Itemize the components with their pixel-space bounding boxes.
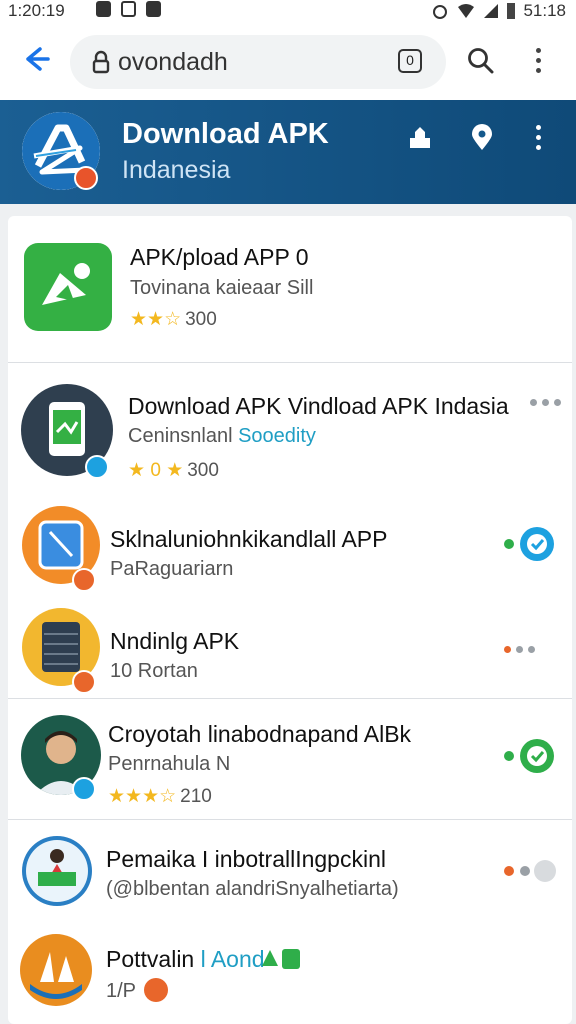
status-dot-icon [520,866,530,876]
more-options-icon[interactable] [530,399,561,406]
clock-check-icon[interactable] [520,739,554,773]
list-item[interactable]: Nndinlg APK 10 Rortan [8,598,572,698]
check-circle-icon[interactable] [520,527,554,561]
header-menu-icon[interactable] [536,125,542,150]
app-name: APK/pload APP 0 [130,244,309,270]
lock-icon [92,50,110,74]
app-subtitle: (@blbentan alandriSnyalhetiarta) [106,878,399,900]
verified-badge-icon [85,455,109,479]
status-dot-icon [504,539,514,549]
app-name: Sklnaluniohnkikandlall APP [110,526,388,552]
app-subtitle: 1/P [106,980,137,1002]
badge-icon [72,670,96,694]
rating: ★★☆ 300 [130,309,217,330]
notification-icon [146,1,161,17]
tab-switcher-button[interactable]: 0 [398,49,422,73]
list-item[interactable]: Sklnaluniohnkikandlall APP PaRaguariarn [8,496,572,598]
status-clock-right: 51:18 [523,1,566,20]
app-subtitle: Ceninsnlanl Sooedity [128,425,316,447]
app-icon [24,243,112,331]
search-icon[interactable] [466,46,494,74]
back-arrow-icon[interactable] [18,42,54,78]
notification-icon [96,1,111,17]
app-subtitle: PaRaguariarn [110,558,234,580]
page-subtitle: Indanesia [122,156,231,184]
list-item[interactable]: APK/pload APP 0 Tovinana kaieaar Sill ★★… [8,216,572,362]
location-pin-icon[interactable] [468,124,496,152]
status-dot-icon [504,751,514,761]
list-item[interactable]: Download APK Vindload APK Indasia Cenins… [8,363,572,496]
status-bar: 1:20:19 51:18 [0,0,576,24]
badge-icon [72,568,96,592]
list-item[interactable]: Pottvalin l Aond 1/P [8,922,572,1024]
app-icon [20,934,92,1006]
app-name: Pemaika I inbotrallIngpckinl [106,846,386,872]
app-subtitle: Tovinana kaieaar Sill [130,277,314,299]
app-name: Croyotah linabodnapand AlBk [108,721,412,747]
rating: ★ 0 ★ 300 [128,460,219,481]
more-options-icon[interactable] [504,646,535,653]
app-icon [22,836,92,906]
wifi-icon [458,4,475,18]
list-item[interactable]: Croyotah linabodnapand AlBk Penrnahula N… [8,699,572,819]
status-dot-icon [504,866,514,876]
notification-icon [121,1,136,17]
list-item[interactable]: Pemaika I inbotrallIngpckinl (@blbentan … [8,820,572,922]
badge-icon [144,978,168,1002]
system-icons: 51:18 [431,1,566,21]
alarm-icon [433,5,448,19]
app-subtitle: 10 Rortan [110,660,198,682]
status-time: 1:20:19 [8,1,65,20]
browser-toolbar: ovondadh 0 [0,24,576,100]
logo-badge-icon [74,166,98,190]
rating: ★★★☆ 210 [108,786,212,807]
recycle-icon [262,949,300,969]
browser-menu-icon[interactable] [536,48,542,73]
app-list: APK/pload APP 0 Tovinana kaieaar Sill ★★… [8,216,572,1024]
app-name: Pottvalin l Aond [106,946,265,972]
app-name: Nndinlg APK [110,628,240,654]
battery-icon [507,3,516,19]
notification-icons [96,1,161,17]
address-bar[interactable]: ovondadh 0 [70,35,446,89]
share-icon[interactable] [406,124,434,152]
more-options-icon[interactable] [534,860,556,882]
page-title: Download APK [122,118,329,150]
verified-badge-icon [72,777,96,801]
url-text[interactable]: ovondadh [118,48,228,77]
signal-icon [484,4,499,18]
app-header: Download APK Indanesia [0,100,576,204]
app-subtitle: Penrnahula N [108,753,231,775]
app-name: Download APK Vindload APK Indasia [128,393,509,419]
